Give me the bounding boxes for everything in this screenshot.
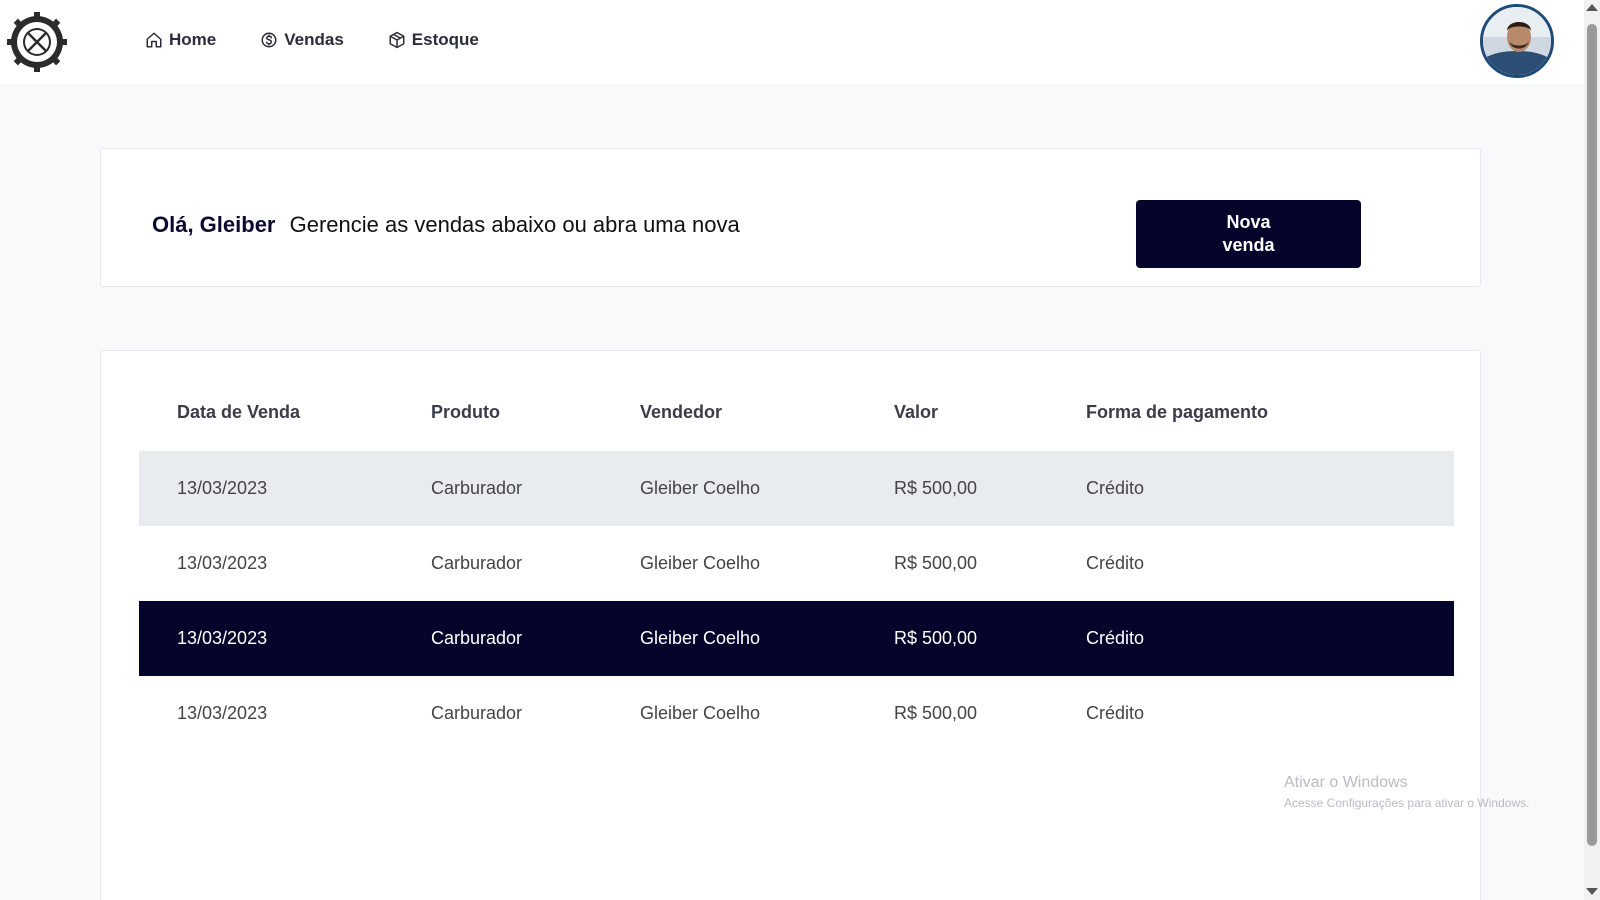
top-navbar: Home Vendas Estoque [0, 0, 1584, 84]
cell-product: Carburador [431, 478, 523, 498]
scrollbar-thumb[interactable] [1587, 24, 1597, 846]
column-header-value[interactable]: Valor [894, 402, 1086, 423]
new-sale-label-line1: Nova [1226, 212, 1271, 232]
home-icon [146, 32, 162, 48]
main-nav: Home Vendas Estoque [145, 30, 523, 50]
cell-value: R$ 500,00 [894, 478, 978, 498]
new-sale-button[interactable]: Nova venda [1136, 200, 1361, 268]
windows-activation-watermark: Ativar o Windows Acesse Configurações pa… [1284, 774, 1529, 810]
user-avatar[interactable] [1480, 4, 1554, 78]
cell-seller: Gleiber Coelho [640, 628, 761, 648]
cell-payment: Crédito [1086, 703, 1145, 723]
cell-product: Carburador [431, 628, 523, 648]
nav-stock-label: Estoque [411, 30, 479, 49]
greeting-name: Olá, Gleiber [152, 212, 276, 237]
cell-seller: Gleiber Coelho [640, 553, 761, 573]
cell-date: 13/03/2023 [177, 628, 268, 648]
nav-home-label: Home [169, 30, 217, 49]
table-row-selected[interactable]: 13/03/2023 Carburador Gleiber Coelho R$ … [139, 601, 1454, 676]
cell-seller: Gleiber Coelho [640, 478, 761, 498]
nav-home[interactable]: Home [145, 30, 216, 50]
cell-date: 13/03/2023 [177, 703, 268, 723]
scroll-up-arrow-icon[interactable] [1586, 4, 1598, 11]
mechanic-services-logo[interactable] [5, 10, 69, 74]
table-row[interactable]: 13/03/2023 Carburador Gleiber Coelho R$ … [139, 526, 1454, 601]
cell-product: Carburador [431, 703, 523, 723]
package-icon [389, 31, 405, 49]
sales-table-card: Data de Venda Produto Vendedor Valor For… [100, 350, 1481, 900]
cell-payment: Crédito [1086, 628, 1145, 648]
new-sale-label-line2: venda [1222, 235, 1275, 255]
nav-sales[interactable]: Vendas [260, 30, 344, 50]
sales-table: Data de Venda Produto Vendedor Valor For… [139, 373, 1454, 751]
scroll-down-arrow-icon[interactable] [1586, 888, 1598, 895]
table-row[interactable]: 13/03/2023 Carburador Gleiber Coelho R$ … [139, 451, 1454, 526]
greeting: Olá, Gleiber Gerencie as vendas abaixo o… [152, 212, 740, 238]
watermark-subtitle: Acesse Configurações para ativar o Windo… [1284, 796, 1530, 810]
column-header-product[interactable]: Produto [431, 402, 640, 423]
cell-payment: Crédito [1086, 553, 1145, 573]
cell-value: R$ 500,00 [894, 703, 978, 723]
nav-sales-label: Vendas [284, 30, 344, 49]
cell-date: 13/03/2023 [177, 553, 268, 573]
cell-value: R$ 500,00 [894, 553, 978, 573]
cell-date: 13/03/2023 [177, 478, 268, 498]
cell-value: R$ 500,00 [894, 628, 978, 648]
column-header-payment[interactable]: Forma de pagamento [1086, 402, 1454, 423]
nav-stock[interactable]: Estoque [388, 30, 479, 50]
greeting-message: Gerencie as vendas abaixo ou abra uma no… [289, 212, 740, 237]
column-header-date[interactable]: Data de Venda [139, 402, 431, 423]
greeting-card: Olá, Gleiber Gerencie as vendas abaixo o… [100, 148, 1481, 287]
dollar-circle-icon [261, 32, 277, 48]
cell-payment: Crédito [1086, 478, 1145, 498]
watermark-title: Ativar o Windows [1284, 774, 1408, 791]
cell-seller: Gleiber Coelho [640, 703, 761, 723]
column-header-seller[interactable]: Vendedor [640, 402, 894, 423]
cell-product: Carburador [431, 553, 523, 573]
table-row[interactable]: 13/03/2023 Carburador Gleiber Coelho R$ … [139, 676, 1454, 751]
table-header: Data de Venda Produto Vendedor Valor For… [139, 373, 1454, 451]
